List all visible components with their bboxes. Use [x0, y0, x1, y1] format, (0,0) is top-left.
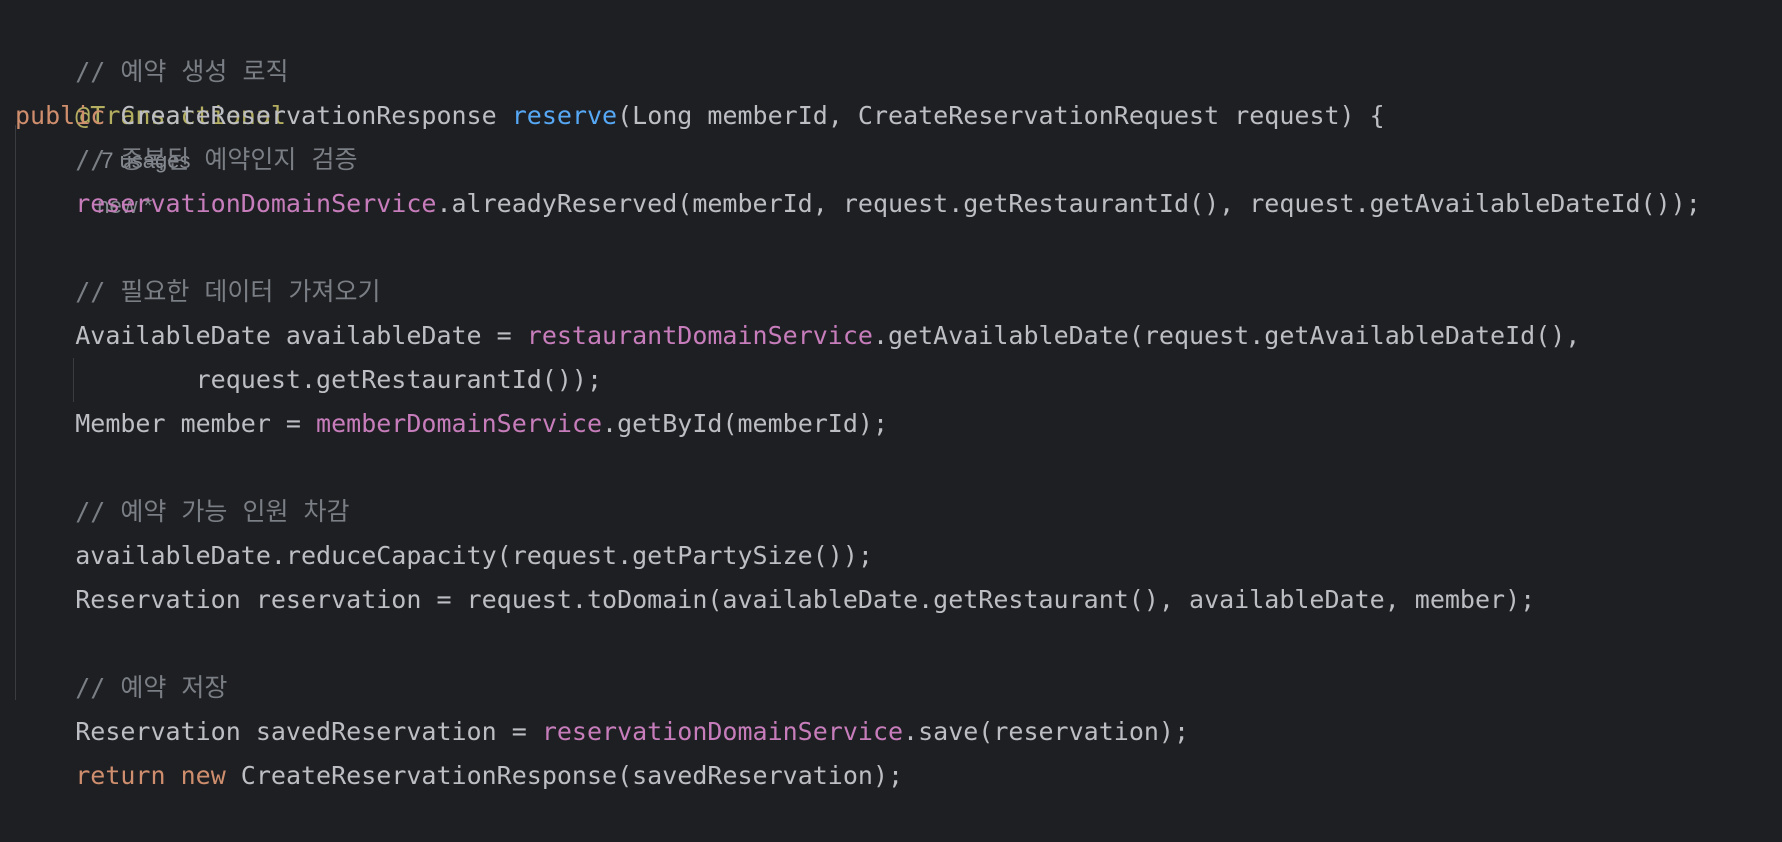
- variable-declaration: Reservation savedReservation =: [75, 717, 542, 746]
- code-line-18[interactable]: return new CreateReservationResponse(sav…: [15, 754, 903, 798]
- code-line-7[interactable]: // 필요한 데이터 가져오기: [15, 270, 380, 314]
- code-line-4[interactable]: // 중복된 예약인지 검증: [15, 138, 357, 182]
- method-call: .alreadyReserved(memberId, request.getRe…: [436, 189, 1701, 218]
- code-line-14[interactable]: Reservation reservation = request.toDoma…: [15, 578, 1535, 622]
- code-line-19[interactable]: }: [15, 798, 90, 842]
- method-params: (Long memberId, CreateReservationRequest…: [617, 101, 1385, 130]
- keyword-new: new: [180, 761, 226, 790]
- return-type: CreateReservationResponse: [120, 101, 497, 130]
- code-line-9[interactable]: request.getRestaurantId());: [15, 358, 602, 402]
- keyword-public: public: [15, 101, 106, 130]
- method-call: .getAvailableDate(request.getAvailableDa…: [872, 321, 1581, 350]
- field-reference: memberDomainService: [316, 409, 603, 438]
- variable-declaration: Member member =: [75, 409, 317, 438]
- constructor-call: CreateReservationResponse(savedReservati…: [225, 761, 904, 790]
- code-line-12[interactable]: // 예약 가능 인원 차감: [15, 490, 350, 534]
- method-call: .save(reservation);: [903, 717, 1190, 746]
- code-line-5[interactable]: reservationDomainService.alreadyReserved…: [15, 182, 1701, 226]
- code-line-10[interactable]: Member member = memberDomainService.getB…: [15, 402, 888, 446]
- field-reference: reservationDomainService: [75, 189, 437, 218]
- statement: Reservation reservation = request.toDoma…: [75, 585, 1536, 614]
- comment: // 필요한 데이터 가져오기: [75, 277, 381, 306]
- comment: // 중복된 예약인지 검증: [75, 145, 358, 174]
- code-line-8[interactable]: AvailableDate availableDate = restaurant…: [15, 314, 1580, 358]
- code-line-1[interactable]: // 예약 생성 로직: [15, 6, 288, 86]
- code-line-16[interactable]: // 예약 저장: [15, 666, 227, 710]
- method-name: reserve: [511, 101, 618, 130]
- variable-declaration: AvailableDate availableDate =: [75, 321, 527, 350]
- field-reference: restaurantDomainService: [526, 321, 873, 350]
- method-call: .getById(memberId);: [602, 409, 889, 438]
- code-line-3[interactable]: public CreateReservationResponse reserve…: [15, 94, 1385, 138]
- code-line-17[interactable]: Reservation savedReservation = reservati…: [15, 710, 1189, 754]
- comment: // 예약 저장: [75, 673, 228, 702]
- code-line-2[interactable]: @Transactional 7 usages new *: [15, 50, 286, 218]
- code-line-13[interactable]: availableDate.reduceCapacity(request.get…: [15, 534, 873, 578]
- keyword-return: return: [75, 761, 166, 790]
- code-editor[interactable]: // 예약 생성 로직 @Transactional 7 usages new …: [0, 0, 1782, 842]
- comment: // 예약 가능 인원 차감: [75, 497, 350, 526]
- method-call-continuation: request.getRestaurantId());: [195, 365, 603, 394]
- statement: availableDate.reduceCapacity(request.get…: [75, 541, 873, 570]
- field-reference: reservationDomainService: [541, 717, 904, 746]
